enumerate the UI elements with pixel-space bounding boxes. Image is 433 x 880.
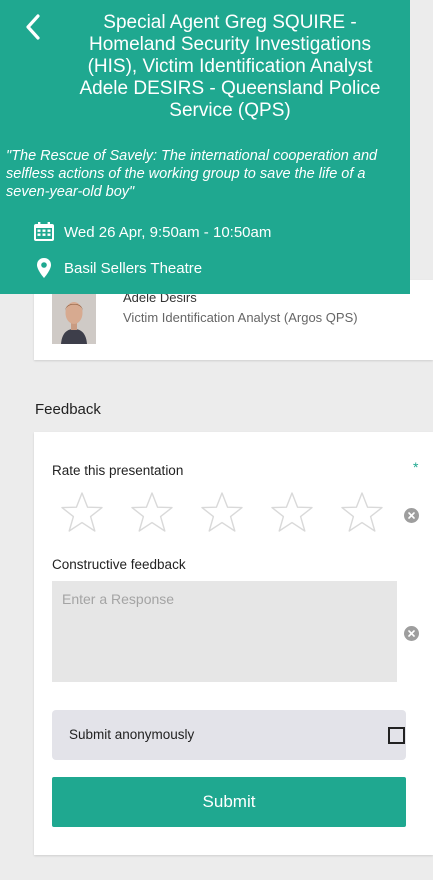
star-3-icon[interactable] — [200, 491, 244, 535]
feedback-response-input[interactable] — [52, 581, 397, 682]
submit-button[interactable]: Submit — [52, 777, 406, 827]
session-venue-row[interactable]: Basil Sellers Theatre — [32, 257, 202, 279]
anonymous-label: Submit anonymously — [69, 727, 195, 742]
anonymous-checkbox[interactable] — [388, 727, 405, 744]
feedback-question-label: Constructive feedback — [52, 557, 186, 572]
session-title: Special Agent Greg SQUIRE - Homeland Sec… — [79, 12, 381, 121]
session-venue: Basil Sellers Theatre — [64, 259, 203, 277]
session-date: Wed 26 Apr, 9:50am - 10:50am — [64, 223, 272, 241]
session-date-row: Wed 26 Apr, 9:50am - 10:50am — [32, 221, 271, 243]
chevron-left-icon — [26, 14, 40, 40]
map-pin-icon — [32, 257, 56, 279]
required-marker: * — [413, 459, 419, 475]
feedback-section-title: Feedback — [35, 401, 101, 418]
calendar-icon — [32, 221, 56, 243]
clear-rating-icon[interactable] — [404, 508, 419, 523]
speaker-role: Victim Identification Analyst (Argos QPS… — [123, 310, 358, 325]
session-header: Special Agent Greg SQUIRE - Homeland Sec… — [0, 0, 410, 294]
session-description: "The Rescue of Savely: The international… — [6, 148, 378, 200]
feedback-card: Rate this presentation * Constructive fe… — [34, 432, 433, 855]
anonymous-toggle-row[interactable]: Submit anonymously — [52, 710, 406, 760]
clear-response-icon[interactable] — [404, 626, 419, 641]
star-rating[interactable] — [60, 491, 408, 535]
rating-question-label: Rate this presentation — [52, 463, 184, 478]
speaker-avatar — [52, 294, 96, 344]
star-2-icon[interactable] — [130, 491, 174, 535]
star-4-icon[interactable] — [270, 491, 314, 535]
star-5-icon[interactable] — [340, 491, 384, 535]
back-button[interactable] — [22, 14, 46, 40]
star-1-icon[interactable] — [60, 491, 104, 535]
